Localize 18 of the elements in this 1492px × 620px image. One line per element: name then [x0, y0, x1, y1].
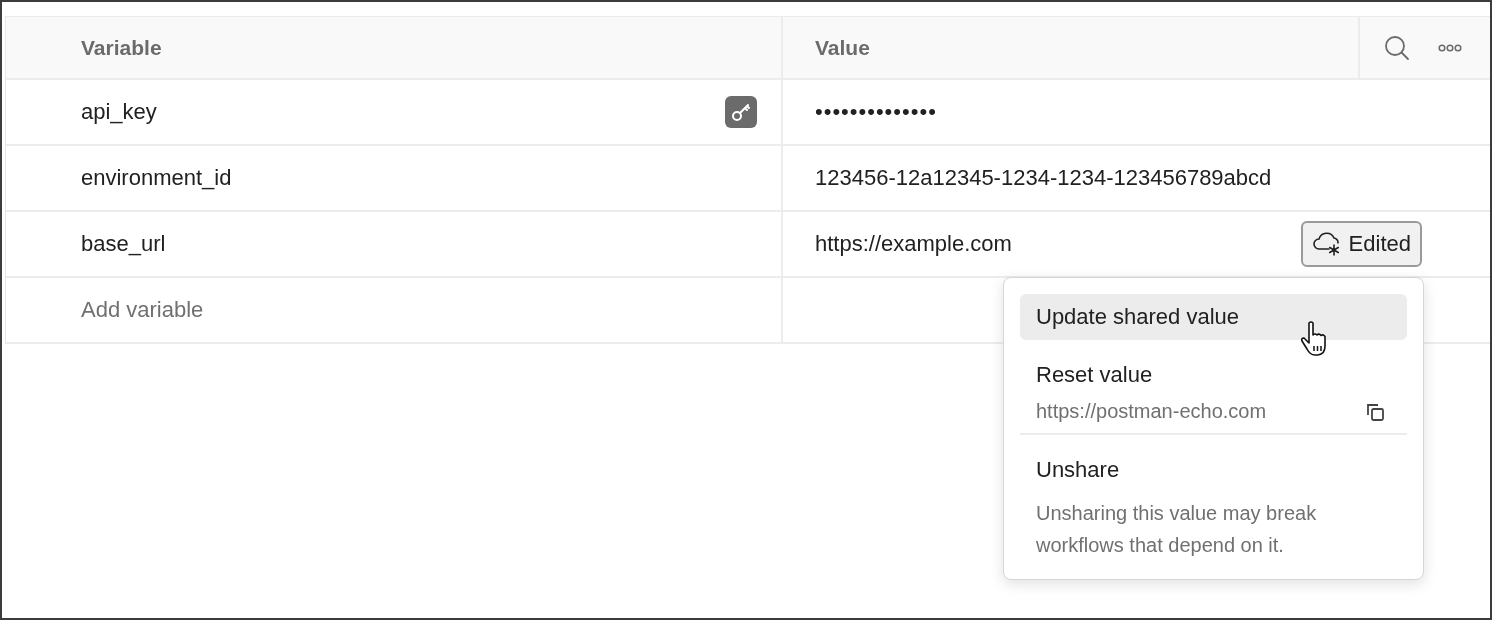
menu-item[interactable]: Reset value — [1020, 352, 1407, 398]
copy-icon[interactable] — [1365, 401, 1385, 422]
more-icon[interactable] — [1438, 43, 1462, 52]
menu-item-description: Unsharing this value may break workflows that depend on it. — [1035, 501, 1318, 558]
variable-name: base_url — [81, 231, 167, 257]
menu-item[interactable]: Unshare — [1020, 447, 1407, 493]
search-icon[interactable] — [1384, 34, 1410, 61]
variable-value: •••••••••••••• — [815, 99, 938, 125]
variable-value: https://example.com — [815, 231, 1013, 257]
variable-value: 123456-12a12345-1234-1234-123456789abcd — [815, 165, 1273, 191]
shared-value: https://postman-echo.com — [1036, 400, 1267, 423]
menu-item[interactable]: Update shared value — [1020, 294, 1407, 340]
variable-name: environment_id — [81, 165, 233, 191]
variable-name: api_key — [81, 99, 158, 125]
column-header: Value — [783, 16, 1360, 80]
edited-button[interactable]: Edited — [1300, 221, 1422, 267]
column-header: Variable — [6, 16, 783, 80]
add-variable-field[interactable]: Add variable — [81, 297, 481, 323]
